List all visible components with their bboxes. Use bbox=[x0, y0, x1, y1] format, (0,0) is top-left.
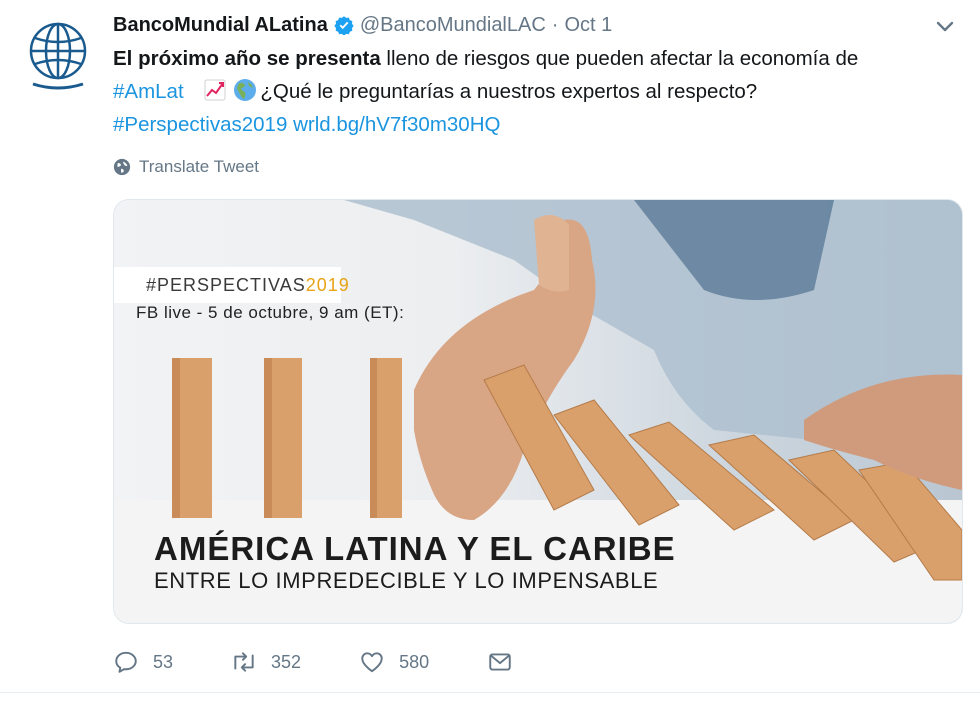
tweet-date[interactable]: Oct 1 bbox=[564, 14, 612, 37]
translate-label: Translate Tweet bbox=[139, 157, 260, 176]
earth-americas-emoji bbox=[234, 79, 257, 101]
tweet-header: BancoMundial ALatina @BancoMundialLAC · … bbox=[113, 10, 612, 40]
tweet-text-bold: El próximo año se presenta bbox=[113, 47, 381, 70]
retweet-icon bbox=[234, 652, 254, 672]
avatar[interactable] bbox=[27, 20, 89, 92]
chevron-down-icon[interactable] bbox=[930, 14, 960, 40]
tweet-media-image[interactable]: #PERSPECTIVAS 2019 FB live - 5 de octubre… bbox=[113, 199, 963, 624]
author-name[interactable]: BancoMundial ALatina bbox=[113, 14, 328, 37]
tweet-url-link[interactable]: wrld.bg/hV7f30m30HQ bbox=[293, 113, 500, 136]
chart-increasing-emoji bbox=[204, 79, 226, 101]
retweet-button[interactable]: 352 bbox=[231, 649, 301, 675]
tweet[interactable]: BancoMundial ALatina @BancoMundialLAC · … bbox=[0, 0, 980, 710]
like-button[interactable]: 580 bbox=[359, 649, 429, 675]
hashtag-perspectivas[interactable]: #Perspectivas2019 bbox=[113, 113, 287, 136]
tweet-divider bbox=[0, 692, 980, 693]
media-hashtag-banner: #PERSPECTIVAS 2019 bbox=[114, 267, 349, 303]
globe-icon bbox=[113, 158, 131, 176]
author-handle[interactable]: @BancoMundialLAC bbox=[360, 14, 546, 37]
media-headline: AMÉRICA LATINA Y EL CARIBE bbox=[154, 530, 676, 567]
reply-icon bbox=[115, 651, 137, 673]
tweet-text-line1: lleno de riesgos que pueden afectar la e… bbox=[380, 47, 859, 70]
reply-button[interactable]: 53 bbox=[113, 649, 173, 675]
globe-logo-icon bbox=[29, 22, 87, 90]
tweet-text-question: ¿Qué le preguntarías a nuestros expertos… bbox=[260, 80, 758, 103]
verified-badge-icon bbox=[334, 16, 354, 35]
hashtag-amlat[interactable]: #AmLat bbox=[113, 80, 184, 103]
retweet-count: 352 bbox=[271, 651, 302, 672]
media-hashtag-main: #PERSPECTIVAS bbox=[146, 274, 306, 295]
media-hashtag-year: 2019 bbox=[305, 274, 350, 295]
header-separator: · bbox=[551, 13, 559, 36]
reply-count: 53 bbox=[153, 651, 174, 672]
media-event-line: FB live - 5 de octubre, 9 am (ET): bbox=[136, 303, 405, 322]
translate-tweet-button[interactable]: Translate Tweet bbox=[113, 154, 259, 180]
like-icon bbox=[361, 652, 383, 673]
direct-message-icon bbox=[489, 653, 511, 671]
like-count: 580 bbox=[399, 651, 430, 672]
tweet-actions: 53 352 580 bbox=[113, 645, 585, 679]
tweet-text: El próximo año se presenta lleno de ries… bbox=[113, 42, 963, 141]
media-subheadline: ENTRE LO IMPREDECIBLE Y LO IMPENSABLE bbox=[154, 568, 659, 593]
direct-message-button[interactable] bbox=[487, 649, 527, 675]
